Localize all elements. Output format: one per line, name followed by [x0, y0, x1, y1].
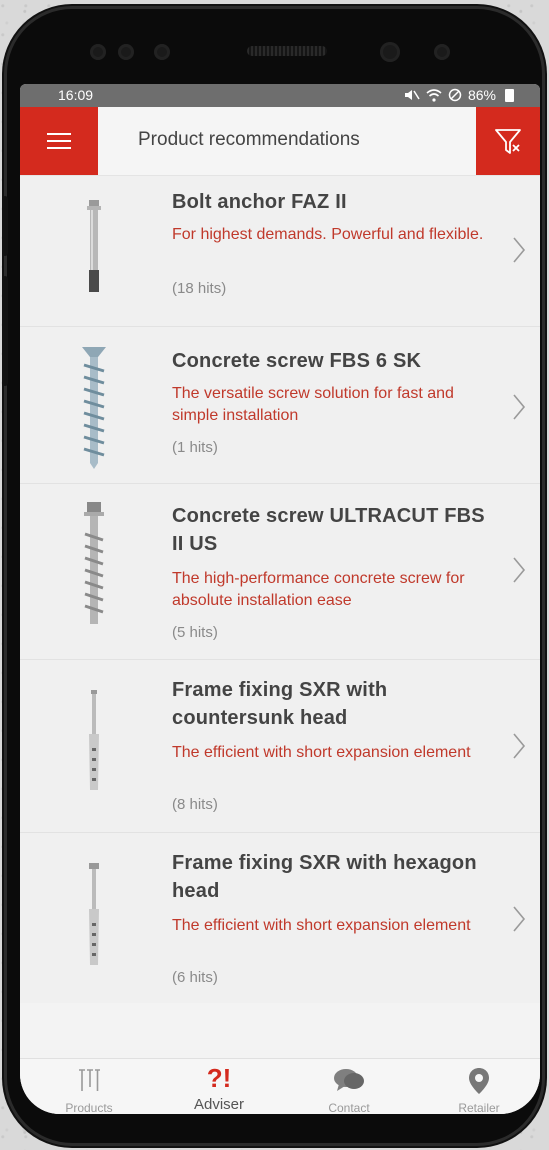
product-description: The efficient with short expansion eleme…: [172, 917, 471, 934]
hit-count: (6 hits): [172, 969, 218, 986]
product-list-item[interactable]: Bolt anchor FAZ II For highest demands. …: [20, 176, 540, 327]
frame-fixing-hex-icon: [89, 863, 99, 965]
menu-button[interactable]: [20, 107, 98, 175]
filter-clear-icon: [495, 129, 521, 154]
product-title: Frame fixing SXR with hexagon head: [172, 852, 477, 902]
tab-retailer[interactable]: Retailer: [414, 1059, 540, 1114]
hit-count: (1 hits): [172, 439, 218, 456]
app-header: Product recommendations: [20, 107, 540, 176]
product-list[interactable]: Bolt anchor FAZ II For highest demands. …: [20, 176, 540, 1056]
sensor-icon: [154, 44, 170, 60]
status-time: 16:09: [58, 87, 94, 103]
hit-count: (8 hits): [172, 796, 218, 813]
location-pin-icon: [469, 1068, 489, 1094]
status-bar: 16:09 86%: [20, 84, 540, 107]
sensor-icon: [118, 44, 134, 60]
chevron-right-icon: [513, 557, 526, 583]
product-description: For highest demands. Powerful and flexib…: [172, 226, 484, 243]
frame-fixing-icon: [89, 690, 99, 790]
chevron-right-icon: [513, 733, 526, 759]
bottom-tab-bar: Products ?! Adviser Contact Retailer: [20, 1058, 540, 1114]
battery-percent: 86%: [467, 87, 496, 103]
tab-label: Adviser: [193, 1096, 245, 1113]
page-title: Product recommendations: [138, 129, 360, 150]
do-not-disturb-icon: [448, 88, 462, 102]
product-title: Bolt anchor FAZ II: [172, 191, 347, 213]
bixby-button: [2, 276, 8, 386]
product-title: Concrete screw FBS 6 SK: [172, 350, 422, 372]
product-title: Frame fixing SXR with countersunk head: [172, 679, 388, 729]
ultracut-screw-icon: [84, 502, 104, 624]
front-camera-icon: [380, 42, 400, 62]
bolt-anchor-icon: [87, 200, 101, 292]
phone-frame: 16:09 86% Product recommendations Bolt a…: [2, 6, 545, 1146]
product-list-item[interactable]: Concrete screw ULTRACUT FBS II US The hi…: [20, 484, 540, 660]
chevron-right-icon: [513, 394, 526, 420]
wifi-icon: [426, 88, 442, 102]
volume-button: [2, 196, 8, 256]
tab-adviser[interactable]: ?! Adviser: [154, 1059, 284, 1114]
tab-label: Retailer: [458, 1101, 500, 1114]
status-icons: 86%: [404, 87, 514, 103]
concrete-screw-icon: [82, 347, 106, 469]
product-list-item[interactable]: Frame fixing SXR with hexagon head The e…: [20, 833, 540, 1003]
earpiece-speaker: [247, 46, 327, 56]
hit-count: (5 hits): [172, 624, 218, 641]
product-title: Concrete screw ULTRACUT FBS II US: [172, 505, 485, 555]
product-list-item[interactable]: Frame fixing SXR with countersunk head T…: [20, 660, 540, 833]
app-screen: 16:09 86% Product recommendations Bolt a…: [20, 84, 540, 1114]
phone-top-bezel: [4, 6, 545, 82]
adviser-icon: ?!: [206, 1063, 232, 1093]
tab-label: Products: [65, 1101, 113, 1114]
chevron-right-icon: [513, 237, 526, 263]
product-description: The efficient with short expansion eleme…: [172, 744, 471, 761]
tab-contact[interactable]: Contact: [284, 1059, 414, 1114]
sensor-icon: [90, 44, 106, 60]
sensor-icon: [434, 44, 450, 60]
chevron-right-icon: [513, 906, 526, 932]
tab-label: Contact: [328, 1101, 370, 1114]
filter-button[interactable]: [476, 107, 540, 175]
hamburger-icon: [47, 133, 71, 149]
tab-products[interactable]: Products: [24, 1059, 154, 1114]
product-list-item[interactable]: Concrete screw FBS 6 SK The versatile sc…: [20, 327, 540, 484]
product-description: The versatile screw solution for fast an…: [172, 385, 454, 424]
products-icon: [79, 1069, 100, 1091]
mute-icon: [404, 90, 420, 100]
battery-icon: [505, 88, 514, 102]
product-description: The high-performance concrete screw for …: [172, 570, 465, 609]
hit-count: (18 hits): [172, 280, 227, 297]
contact-icon: [334, 1069, 364, 1091]
